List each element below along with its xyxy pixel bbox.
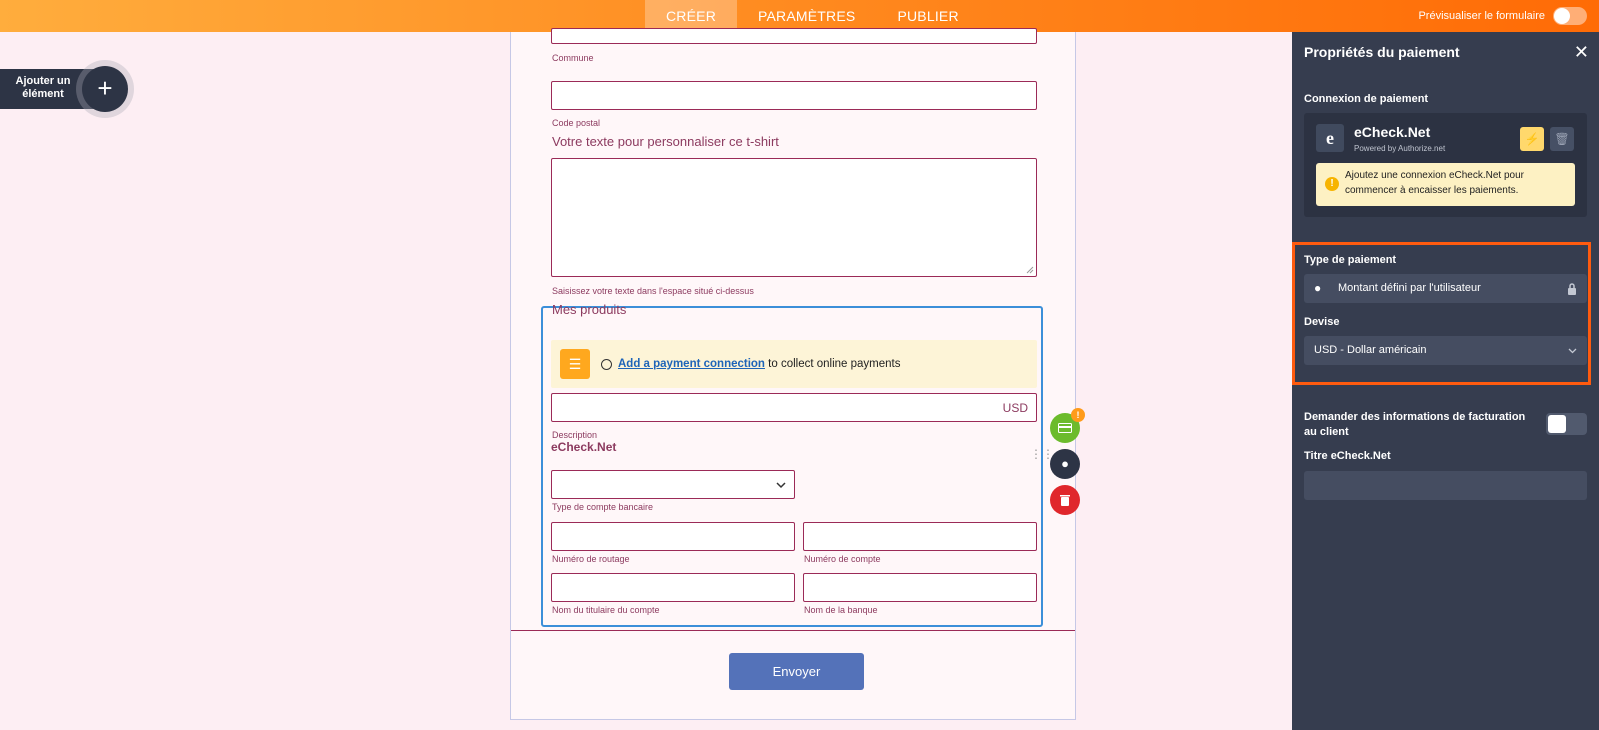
bank-name-label: Nom de la banque xyxy=(804,605,878,615)
connection-heading: Connexion de paiement xyxy=(1304,93,1429,105)
preview-control: Prévisualiser le formulaire xyxy=(1418,7,1587,25)
connection-warning: ! Ajoutez une connexion eCheck.Net pour … xyxy=(1316,163,1575,206)
add-element-label: Ajouter un élément xyxy=(15,75,71,100)
account-holder-label: Nom du titulaire du compte xyxy=(552,605,660,615)
echeck-section-title: eCheck.Net xyxy=(551,440,617,454)
payment-type-button[interactable]: ● xyxy=(1050,449,1080,479)
routing-number-label: Numéro de routage xyxy=(552,554,630,564)
trash-icon[interactable]: 🗑 xyxy=(1550,127,1574,151)
tshirt-textarea[interactable] xyxy=(551,158,1037,277)
warning-badge: ! xyxy=(1071,408,1085,422)
amount-input[interactable]: USD xyxy=(551,393,1037,422)
account-type-select[interactable] xyxy=(551,470,795,499)
description-label: Description xyxy=(552,430,598,440)
tshirt-question: Votre texte pour personnaliser ce t-shir… xyxy=(552,134,779,149)
coins-icon: ● xyxy=(1061,456,1069,471)
connection-warning-text: Ajoutez une connexion eCheck.Net pour co… xyxy=(1345,170,1525,196)
commune-input[interactable] xyxy=(551,28,1037,44)
preview-label: Prévisualiser le formulaire xyxy=(1418,10,1545,22)
highlight-box xyxy=(1292,242,1591,385)
submit-button[interactable]: Envoyer xyxy=(729,653,864,690)
plug-icon[interactable]: ⚡ xyxy=(1520,127,1544,151)
warning-icon: ! xyxy=(1325,177,1339,191)
close-icon[interactable]: ✕ xyxy=(1574,42,1589,63)
connection-name: eCheck.Net xyxy=(1354,124,1431,140)
form-canvas: Commune Code postal Votre texte pour per… xyxy=(510,28,1076,720)
notice-text: Add a payment connection to collect onli… xyxy=(618,358,901,370)
panel-title: Propriétés du paiement xyxy=(1304,44,1460,60)
postal-code-label: Code postal xyxy=(552,118,601,128)
drag-handle-icon[interactable]: ⋮⋮ xyxy=(1030,448,1054,460)
chevron-down-icon xyxy=(776,482,786,489)
delete-field-button[interactable] xyxy=(1050,485,1080,515)
account-type-label: Type de compte bancaire xyxy=(552,502,654,512)
add-element-plus-halo: + xyxy=(76,60,134,118)
billing-info-toggle[interactable] xyxy=(1546,413,1587,435)
echeck-logo-icon: e xyxy=(1316,124,1344,152)
connection-card: e eCheck.Net Powered by Authorize.net ⚡ … xyxy=(1304,113,1587,217)
commune-label: Commune xyxy=(552,53,594,63)
resize-handle-icon[interactable] xyxy=(1026,266,1034,274)
echeck-title-label: Titre eCheck.Net xyxy=(1304,450,1391,462)
form-divider xyxy=(511,630,1075,631)
routing-number-input[interactable] xyxy=(551,522,795,551)
notice-suffix: to collect online payments xyxy=(764,358,901,370)
payment-connection-notice: ☰ Add a payment connection to collect on… xyxy=(551,340,1037,388)
currency-suffix: USD xyxy=(1002,401,1028,415)
connection-subtitle: Powered by Authorize.net xyxy=(1354,144,1446,153)
plus-icon[interactable]: + xyxy=(82,66,128,112)
list-icon: ☰ xyxy=(560,349,590,379)
postal-code-input[interactable] xyxy=(551,81,1037,110)
preview-toggle[interactable] xyxy=(1553,7,1587,25)
add-element-button[interactable]: Ajouter un élément + xyxy=(0,60,134,118)
account-number-label: Numéro de compte xyxy=(804,554,881,564)
echeck-title-input[interactable] xyxy=(1304,471,1587,500)
products-title: Mes produits xyxy=(552,302,627,317)
billing-info-label: Demander des informations de facturation… xyxy=(1304,411,1526,438)
add-payment-connection-link[interactable]: Add a payment connection xyxy=(618,358,765,370)
account-number-input[interactable] xyxy=(803,522,1037,551)
account-holder-input[interactable] xyxy=(551,573,795,602)
credit-card-icon xyxy=(1058,423,1072,433)
payment-settings-button[interactable]: ! xyxy=(1050,408,1085,443)
tshirt-help-text: Saisissez votre texte dans l'espace situ… xyxy=(552,286,754,296)
trash-icon xyxy=(1060,495,1070,506)
notice-radio[interactable] xyxy=(601,358,612,370)
bank-name-input[interactable] xyxy=(803,573,1037,602)
